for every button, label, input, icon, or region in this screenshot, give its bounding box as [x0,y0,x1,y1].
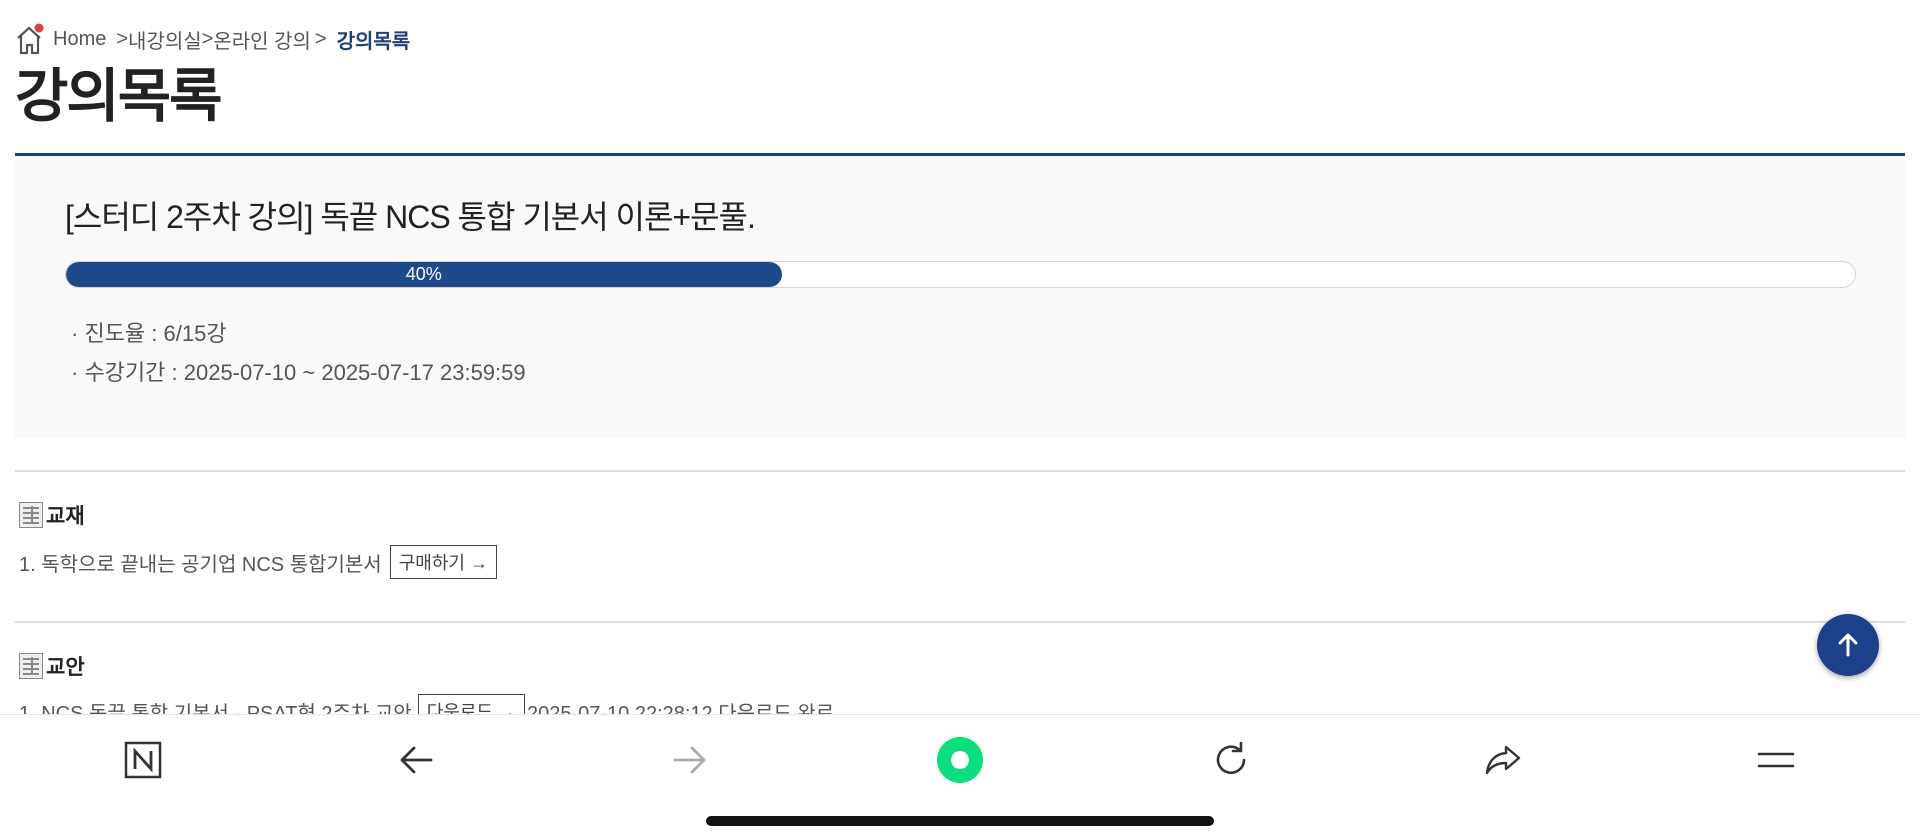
breadcrumb: Home > 내강의실 > 온라인 강의 > 강의목록 [15,22,410,56]
refresh-icon [1216,741,1246,775]
breadcrumb-separator: > [314,27,327,50]
green-dot-button[interactable] [930,735,990,785]
textbook-heading: 교재 [19,500,85,530]
share-button[interactable] [1473,735,1533,785]
menu-icon [1757,752,1795,768]
naver-n-icon [124,741,162,779]
green-circle-icon [937,737,983,783]
lesson-plan-heading-label: 교안 [46,656,85,679]
breadcrumb-separator: > [116,27,129,50]
forward-arrow-icon [673,746,706,774]
arrow-up-icon [1838,633,1858,657]
back-button[interactable] [387,735,447,785]
book-icon [19,653,43,679]
breadcrumb-home-link[interactable]: Home [53,28,106,51]
lesson-plan-heading: 교안 [19,651,85,681]
study-period-text: · 수강기간 : 2025-07-10 ~ 2025-07-17 23:59:5… [71,360,526,385]
textbook-heading-label: 교재 [46,505,85,528]
home-icon[interactable] [15,23,45,55]
scroll-to-top-button[interactable] [1817,614,1879,676]
refresh-button[interactable] [1201,735,1261,785]
browser-toolbar [0,714,1920,835]
menu-button[interactable] [1746,735,1806,785]
share-icon [1485,745,1521,775]
section-divider [15,470,1905,472]
buy-button[interactable]: 구매하기 → [389,545,497,579]
breadcrumb-my-classroom-link[interactable]: 내강의실 [128,25,202,54]
progress-percent-label: 40% [405,264,442,284]
progress-bar: 40% [65,261,1856,288]
back-arrow-icon [400,746,433,774]
breadcrumb-current: 강의목록 [336,30,411,53]
course-title: [스터디 2주차 강의] 독끝 NCS 통합 기본서 이론+문풀. [65,199,756,235]
forward-button[interactable] [659,735,719,785]
naver-home-button[interactable] [113,735,173,785]
page-title: 강의목록 [15,64,222,129]
breadcrumb-online-lecture-link[interactable]: 온라인 강의 [213,25,311,54]
progress-rate-text: · 진도율 : 6/15강 [71,321,227,346]
section-divider [15,621,1905,623]
course-summary-panel: [스터디 2주차 강의] 독끝 NCS 통합 기본서 이론+문풀. 40% · … [15,156,1905,438]
textbook-item: 1. 독학으로 끝내는 공기업 NCS 통합기본서 구매하기 → [19,545,501,579]
textbook-item-title: 1. 독학으로 끝내는 공기업 NCS 통합기본서 [19,553,382,576]
home-indicator[interactable] [706,816,1214,826]
book-icon [19,502,43,528]
breadcrumb-separator: > [201,27,214,50]
